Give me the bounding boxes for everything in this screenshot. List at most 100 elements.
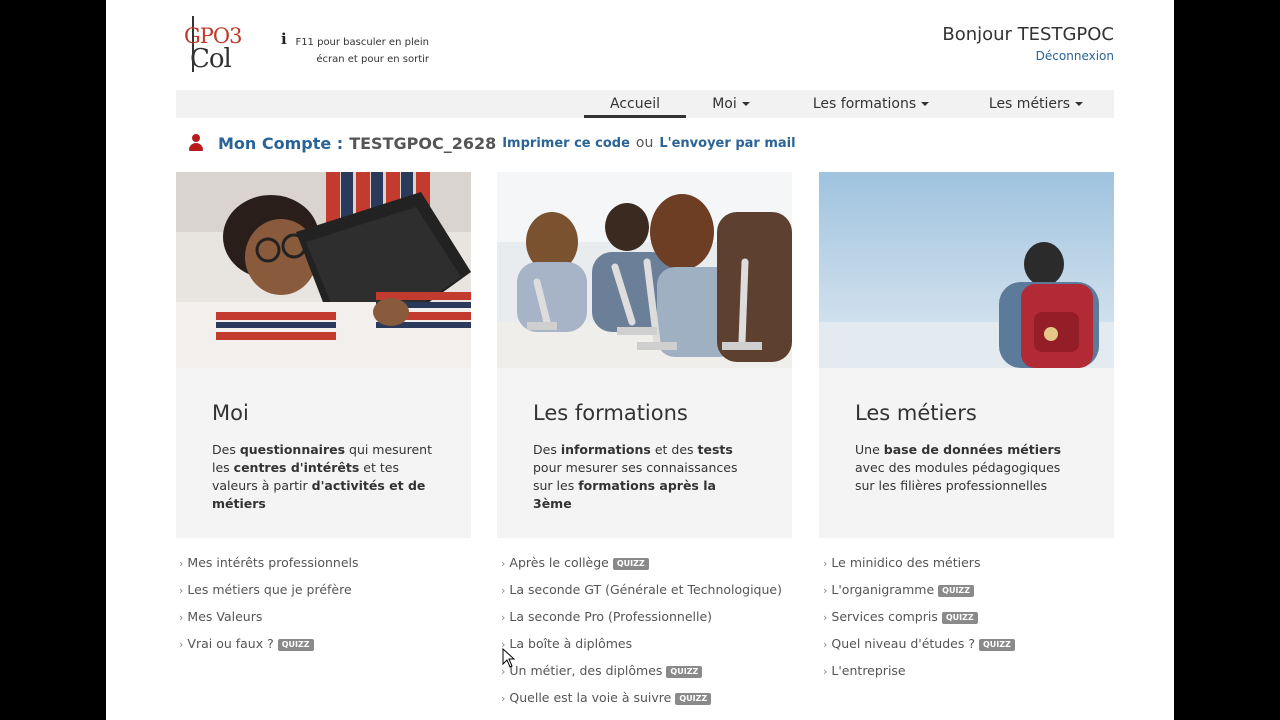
account-line: Mon Compte : TESTGPOC_2628 Imprimer ce c… (188, 131, 796, 155)
mouse-cursor-icon (502, 648, 516, 668)
description-segment: Des (212, 442, 240, 457)
list-item[interactable]: › Quel niveau d'études ? QUIZZ (823, 633, 1015, 660)
chevron-right-icon: › (501, 611, 506, 624)
description-segment: Une (855, 442, 884, 457)
list-item[interactable]: › Mes Valeurs (179, 606, 359, 633)
or-text: ou (635, 135, 654, 151)
description-segment: et des (650, 442, 698, 457)
greeting: Bonjour TESTGPOC (942, 24, 1114, 45)
chevron-right-icon: › (823, 557, 828, 570)
chevron-right-icon: › (179, 638, 184, 651)
print-code-link[interactable]: Imprimer ce code (502, 136, 630, 151)
list-item-link[interactable]: Quel niveau d'études ? (831, 636, 975, 651)
chevron-right-icon: › (179, 557, 184, 570)
chevron-right-icon: › (501, 584, 506, 597)
nav-accueil-label: Accueil (610, 96, 660, 112)
list-item[interactable]: › Vrai ou faux ? QUIZZ (179, 633, 359, 660)
info-icon: i (281, 30, 287, 48)
list-item-link[interactable]: Un métier, des diplômes (509, 663, 662, 678)
nav-moi-label: Moi (712, 96, 737, 112)
list-item-link[interactable]: La seconde GT (Générale et Technologique… (509, 582, 782, 597)
links-moi: › Mes intérêts professionnels › Les métiers… (179, 552, 359, 660)
quizz-badge: QUIZZ (612, 557, 649, 570)
card-metiers-image (819, 172, 1114, 368)
card-metiers[interactable]: Les métiers Une base de données métiers … (819, 172, 1114, 538)
list-item-link[interactable]: Mes Valeurs (187, 609, 262, 624)
list-item[interactable]: › Mes intérêts professionnels (179, 552, 359, 579)
logo[interactable]: GPO3 Col (184, 16, 254, 74)
nav-formations-dropdown[interactable]: Les formations (806, 90, 936, 118)
description-segment: informations (560, 442, 651, 457)
quizz-badge: QUIZZ (978, 638, 1015, 651)
card-formations[interactable]: Les formations Des informations et des t… (497, 172, 792, 538)
description-segment: Des (533, 442, 561, 457)
nav-accueil[interactable]: Accueil (584, 90, 686, 118)
description-segment: centres d'intérêts (233, 460, 360, 475)
list-item-link[interactable]: La boîte à diplômes (509, 636, 632, 651)
list-item-link[interactable]: Après le collège (509, 555, 608, 570)
description-segment: questionnaires (239, 442, 346, 457)
list-item[interactable]: › La seconde GT (Générale et Technologiqu… (501, 579, 782, 606)
card-formations-title: Les formations (533, 401, 688, 425)
list-item[interactable]: › La boîte à diplômes (501, 633, 782, 660)
list-item[interactable]: › Services compris QUIZZ (823, 606, 1015, 633)
logout-link[interactable]: Déconnexion (1036, 49, 1114, 63)
card-moi-title: Moi (212, 401, 249, 425)
chevron-right-icon: › (823, 611, 828, 624)
list-item-link[interactable]: La seconde Pro (Professionnelle) (509, 609, 712, 624)
logo-line2: Col (190, 44, 232, 74)
quizz-badge: QUIZZ (938, 584, 975, 597)
quizz-badge: QUIZZ (675, 692, 712, 705)
chevron-right-icon: › (823, 638, 828, 651)
chevron-right-icon: › (501, 692, 506, 705)
nav-metiers-dropdown[interactable]: Les métiers (981, 90, 1091, 118)
main-navbar: Accueil Moi Les formations Les métiers (176, 90, 1114, 118)
links-formations: › Après le collège QUIZZ › La seconde GT (Gé… (501, 552, 782, 714)
list-item-link[interactable]: Les métiers que je préfère (187, 582, 351, 597)
caret-down-icon (1075, 102, 1084, 106)
card-formations-description: Des informations et des tests pour mesur… (533, 441, 758, 513)
card-moi-image (176, 172, 471, 368)
chevron-right-icon: › (179, 584, 184, 597)
nav-moi-dropdown[interactable]: Moi (701, 90, 761, 118)
list-item[interactable]: › L'entreprise (823, 660, 1015, 687)
list-item-link[interactable]: Mes intérêts professionnels (187, 555, 358, 570)
account-label: Mon Compte : (218, 133, 344, 153)
caret-down-icon (921, 102, 930, 106)
nav-metiers-label: Les métiers (988, 96, 1071, 112)
description-segment: base de données métiers (883, 442, 1062, 457)
list-item-link[interactable]: L'organigramme (831, 582, 934, 597)
quizz-badge: QUIZZ (941, 611, 978, 624)
list-item[interactable]: › La seconde Pro (Professionnelle) (501, 606, 782, 633)
list-item-link[interactable]: L'entreprise (831, 663, 905, 678)
caret-down-icon (741, 102, 750, 106)
list-item[interactable]: › L'organigramme QUIZZ (823, 579, 1015, 606)
card-moi[interactable]: Moi Des questionnaires qui mesurent les … (176, 172, 471, 538)
list-item[interactable]: › Quelle est la voie à suivre QUIZZ (501, 687, 782, 714)
list-item-link[interactable]: Services compris (831, 609, 937, 624)
description-segment: tests (697, 442, 733, 457)
list-item[interactable]: › Après le collège QUIZZ (501, 552, 782, 579)
account-code: TESTGPOC_2628 (349, 133, 497, 153)
page: GPO3 Col i F11 pour basculer en plein éc… (106, 0, 1174, 720)
list-item[interactable]: › Le minidico des métiers (823, 552, 1015, 579)
send-mail-link[interactable]: L'envoyer par mail (659, 136, 795, 151)
chevron-right-icon: › (501, 557, 506, 570)
description-segment: avec des modules pédagogiques sur les fi… (855, 460, 1061, 493)
nav-formations-label: Les formations (812, 96, 917, 112)
list-item-link[interactable]: Le minidico des métiers (831, 555, 980, 570)
list-item-link[interactable]: Vrai ou faux ? (187, 636, 273, 651)
card-metiers-title: Les métiers (855, 401, 977, 425)
fullscreen-hint: F11 pour basculer en plein écran et pour… (295, 37, 429, 65)
card-moi-description: Des questionnaires qui mesurent les cent… (212, 441, 437, 513)
chevron-right-icon: › (823, 665, 828, 678)
links-metiers: › Le minidico des métiers › L'organigramme Q… (823, 552, 1015, 687)
list-item-link[interactable]: Quelle est la voie à suivre (509, 690, 671, 705)
user-icon (188, 134, 204, 152)
list-item[interactable]: › Les métiers que je préfère (179, 579, 359, 606)
card-metiers-description: Une base de données métiers avec des mod… (855, 441, 1080, 495)
list-item[interactable]: › Un métier, des diplômes QUIZZ (501, 660, 782, 687)
quizz-badge: QUIZZ (666, 665, 703, 678)
quizz-badge: QUIZZ (277, 638, 314, 651)
card-formations-image (497, 172, 792, 368)
